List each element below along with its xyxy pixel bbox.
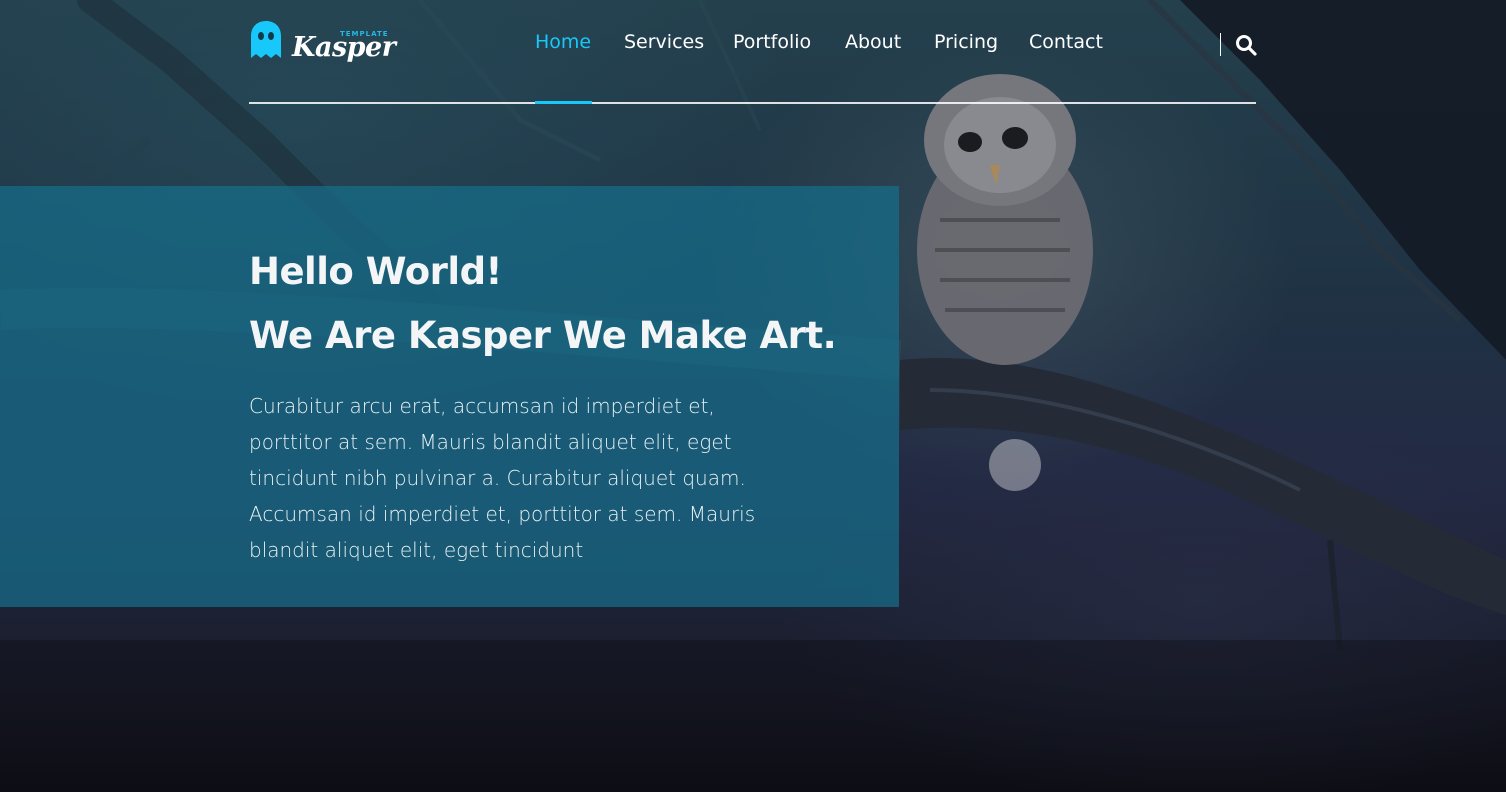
hero-heading: Hello World! We Are Kasper We Make Art.	[249, 240, 837, 368]
nav-item-pricing[interactable]: Pricing	[934, 31, 998, 61]
nav-divider	[1220, 33, 1221, 56]
hero-paragraph: Curabitur arcu erat, accumsan id imperdi…	[249, 388, 849, 568]
hero-paragraph-line: porttitor at sem. Mauris blandit aliquet…	[249, 430, 732, 454]
nav-item-about[interactable]: About	[845, 31, 901, 61]
nav-item-services[interactable]: Services	[624, 31, 704, 61]
intro-content: Hello World! We Are Kasper We Make Art. …	[0, 186, 899, 607]
nav-item-home[interactable]: Home	[535, 31, 591, 61]
nav-underline	[249, 102, 1256, 104]
nav-active-indicator	[535, 101, 592, 104]
site-header: TEMPLATE Kasper Home Services Portfolio …	[249, 0, 1257, 104]
hero-paragraph-line: Accumsan id imperdiet et, porttitor at s…	[249, 502, 756, 526]
hero-section: TEMPLATE Kasper Home Services Portfolio …	[0, 0, 1506, 792]
hero-heading-line2: We Are Kasper We Make Art.	[249, 314, 837, 357]
nav-item-portfolio[interactable]: Portfolio	[733, 31, 811, 61]
hero-paragraph-line: blandit aliquet elit, eget tincidunt	[249, 538, 584, 562]
hero-paragraph-line: tincidunt nibh pulvinar a. Curabitur ali…	[249, 466, 746, 490]
search-icon[interactable]	[1235, 34, 1257, 56]
main-nav: Home Services Portfolio About Pricing Co…	[249, 0, 1257, 104]
hero-heading-line1: Hello World!	[249, 250, 502, 293]
nav-item-contact[interactable]: Contact	[1029, 31, 1103, 61]
hero-paragraph-line: Curabitur arcu erat, accumsan id imperdi…	[249, 394, 715, 418]
